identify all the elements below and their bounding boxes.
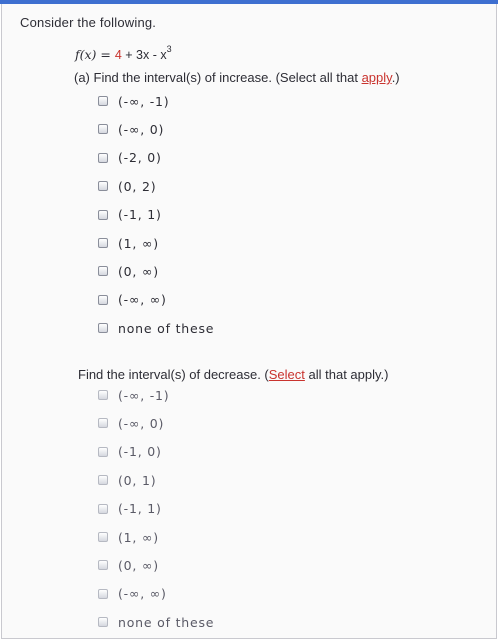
apply-help-link[interactable]: apply: [362, 70, 392, 85]
checkbox[interactable]: [98, 96, 108, 106]
part-a-option[interactable]: (1, ∞): [98, 235, 159, 251]
question-panel: Consider the following. f(x) = 4 + 3x - …: [1, 4, 497, 639]
checkbox[interactable]: [98, 617, 108, 628]
function-name: f(x) =: [75, 47, 115, 63]
part-a-option[interactable]: (0, ∞): [98, 263, 159, 279]
checkbox[interactable]: [98, 503, 108, 514]
function-constant: 4: [114, 48, 122, 63]
checkbox[interactable]: [98, 181, 108, 192]
option-label: (0, 2): [118, 178, 157, 194]
part-b-option[interactable]: (-1, 1): [98, 501, 162, 517]
part-a-option[interactable]: (0, 2): [98, 178, 156, 194]
function-definition: f(x) = 4 + 3x - x3: [75, 44, 172, 63]
part-a-option[interactable]: (-∞, 0): [98, 121, 164, 137]
option-label: (-2, 0): [118, 150, 162, 166]
part-a-text-end: .): [391, 70, 400, 85]
option-label: (1, ∞): [118, 529, 159, 545]
part-b-option[interactable]: (0, ∞): [98, 557, 159, 573]
function-terms: + 3x - x: [121, 48, 167, 63]
part-a-option[interactable]: (-1, 1): [98, 207, 162, 223]
checkbox[interactable]: [98, 323, 108, 334]
part-a-option[interactable]: (-2, 0): [98, 150, 162, 166]
option-label: (0, ∞): [118, 557, 159, 573]
option-label: (0, 1): [118, 472, 157, 488]
checkbox[interactable]: [98, 390, 108, 400]
function-exponent: 3: [166, 44, 172, 54]
option-label: (-∞, -1): [118, 387, 170, 403]
checkbox[interactable]: [98, 238, 108, 248]
part-b-option[interactable]: (-∞, -1): [98, 387, 170, 403]
checkbox[interactable]: [98, 124, 108, 135]
option-label: (0, ∞): [118, 263, 159, 279]
part-b-text-end: all that apply.): [304, 367, 389, 382]
checkbox[interactable]: [98, 588, 108, 599]
part-b-option[interactable]: none of these: [98, 614, 214, 630]
checkbox[interactable]: [98, 266, 108, 277]
part-b-option[interactable]: (-1, 0): [98, 444, 162, 460]
option-label: (-1, 1): [118, 207, 162, 223]
select-help-link[interactable]: Select: [269, 367, 305, 382]
part-a-option[interactable]: (-∞, -1): [98, 93, 170, 109]
option-label: (-∞, ∞): [118, 292, 167, 308]
checkbox[interactable]: [98, 475, 108, 486]
checkbox[interactable]: [98, 532, 108, 542]
part-b-option[interactable]: (-∞, 0): [98, 415, 164, 431]
checkbox[interactable]: [98, 446, 108, 457]
part-b-question: Find the interval(s) of decrease. (Selec…: [78, 367, 388, 382]
question-prompt: Consider the following.: [20, 15, 157, 30]
checkbox[interactable]: [98, 418, 108, 429]
option-label: (-∞, 0): [118, 121, 165, 137]
part-a-text: (a) Find the interval(s) of increase. (S…: [74, 70, 362, 85]
part-b-text: Find the interval(s) of decrease. (: [78, 367, 269, 382]
option-label: (-∞, ∞): [118, 586, 167, 602]
part-a-option[interactable]: (-∞, ∞): [98, 292, 167, 308]
checkbox[interactable]: [98, 560, 108, 571]
part-a-question: (a) Find the interval(s) of increase. (S…: [74, 70, 400, 85]
option-label: (-1, 1): [118, 501, 162, 517]
part-b-option[interactable]: (-∞, ∞): [98, 586, 167, 602]
option-label: none of these: [118, 614, 215, 630]
option-label: (-∞, -1): [118, 93, 170, 109]
option-label: (-∞, 0): [118, 415, 165, 431]
checkbox[interactable]: [98, 209, 108, 220]
option-label: none of these: [118, 320, 215, 336]
checkbox[interactable]: [98, 152, 108, 163]
part-a-option[interactable]: none of these: [98, 320, 214, 336]
part-b-option[interactable]: (1, ∞): [98, 529, 159, 545]
part-b-option[interactable]: (0, 1): [98, 472, 156, 488]
option-label: (1, ∞): [118, 235, 159, 251]
checkbox[interactable]: [98, 294, 108, 305]
option-label: (-1, 0): [118, 444, 162, 460]
